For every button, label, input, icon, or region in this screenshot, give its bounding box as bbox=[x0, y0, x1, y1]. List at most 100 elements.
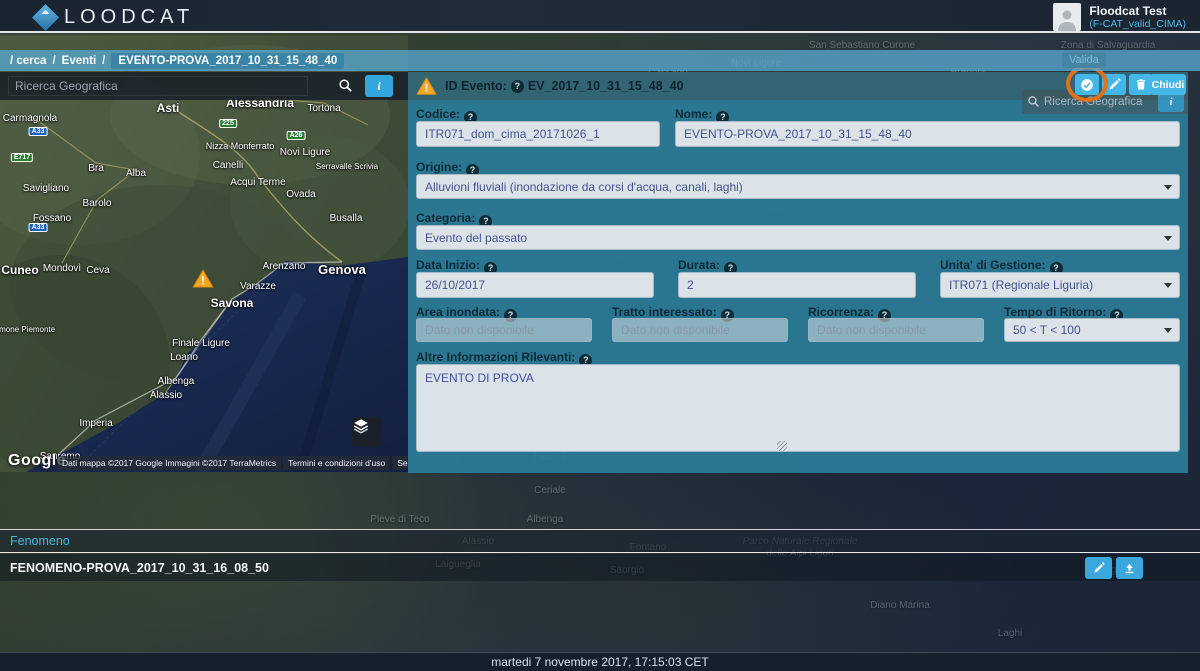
map-town-label: Albenga bbox=[158, 376, 195, 387]
floodcat-diamond-icon bbox=[32, 4, 59, 31]
upload-icon bbox=[1123, 562, 1136, 575]
fenomeno-title[interactable]: Fenomeno bbox=[10, 534, 70, 548]
breadcrumb-separator: / bbox=[102, 55, 105, 67]
origine-select[interactable]: Alluvioni fluviali (inondazione da corsi… bbox=[416, 174, 1180, 199]
tempo-ritorno-value: 50 < T < 100 bbox=[1013, 323, 1081, 337]
unita-gestione-label: Unita' di Gestione: bbox=[940, 258, 1046, 272]
pencil-icon bbox=[1093, 562, 1105, 574]
geographic-map[interactable]: CarmagnolaAstiAlessandriaTortonaSaviglia… bbox=[0, 35, 408, 472]
breadcrumb-cerca[interactable]: / cerca bbox=[10, 55, 46, 67]
road-shield-label: A26 bbox=[287, 131, 306, 140]
tratto-label: Tratto interessato: bbox=[612, 305, 717, 319]
map-town-label: Ceva bbox=[86, 265, 109, 276]
geo-search-placeholder: Ricerca Geografica bbox=[1044, 96, 1142, 108]
map-town-label: Savona bbox=[211, 296, 254, 310]
report-error-link[interactable]: Segnala un errore nella mappa bbox=[392, 456, 408, 470]
nome-label: Nome: bbox=[675, 107, 712, 121]
categoria-value: Evento del passato bbox=[425, 231, 527, 245]
tempo-ritorno-label: Tempo di Ritorno: bbox=[1004, 305, 1106, 319]
close-button[interactable]: Chiudi bbox=[1150, 74, 1186, 95]
person-icon bbox=[1055, 7, 1079, 31]
search-icon[interactable] bbox=[338, 78, 353, 93]
user-name: Floodcat Test bbox=[1089, 4, 1186, 18]
info-button[interactable]: i bbox=[1158, 92, 1184, 112]
fenomeno-upload-button[interactable] bbox=[1116, 557, 1143, 579]
map-town-label: Tortona bbox=[307, 103, 340, 114]
search-icon bbox=[1027, 95, 1040, 108]
codice-field[interactable] bbox=[416, 121, 660, 147]
altre-info-textarea[interactable]: EVENTO DI PROVA bbox=[416, 364, 1180, 452]
textarea-resize-grip[interactable] bbox=[777, 441, 787, 451]
background-map-label: Diano Marina bbox=[870, 600, 929, 611]
map-town-label: Alassio bbox=[150, 390, 182, 401]
info-button[interactable]: i bbox=[365, 75, 393, 97]
warning-icon: ! bbox=[416, 77, 437, 96]
map-town-label: Arenzano bbox=[263, 261, 306, 272]
validate-button[interactable] bbox=[1075, 74, 1099, 95]
unita-gestione-select[interactable]: ITR071 (Regionale Liguria) bbox=[940, 272, 1180, 298]
origine-label: Origine: bbox=[416, 160, 462, 174]
layers-icon bbox=[352, 417, 370, 435]
fenomeno-edit-button[interactable] bbox=[1085, 557, 1112, 579]
background-map-label: Laghi bbox=[998, 628, 1022, 639]
status-bar: martedi 7 novembre 2017, 17:15:03 CET bbox=[0, 652, 1200, 671]
map-layers-button[interactable] bbox=[352, 417, 382, 447]
user-role: (F-CAT_valid_CIMA) bbox=[1089, 18, 1186, 30]
background-map-label: Ceriale bbox=[534, 485, 566, 496]
map-town-label: Acqui Terme bbox=[230, 177, 285, 188]
map-town-label: Finale Ligure bbox=[172, 338, 230, 349]
svg-text:!: ! bbox=[425, 82, 429, 94]
data-inizio-field[interactable] bbox=[416, 272, 654, 298]
map-attribution: Dati mappa ©2017 Google Immagini ©2017 T… bbox=[57, 456, 402, 470]
event-form-panel: ! ID Evento: ? EV_2017_10_31_15_48_40 Co… bbox=[408, 72, 1188, 473]
area-inondata-field[interactable] bbox=[416, 318, 592, 342]
edit-button[interactable] bbox=[1102, 74, 1126, 95]
durata-label: Durata: bbox=[678, 258, 720, 272]
geo-search-bar: i bbox=[0, 72, 408, 100]
breadcrumb: / cerca / Eventi / EVENTO-PROVA_2017_10_… bbox=[0, 50, 1200, 71]
categoria-label: Categoria: bbox=[416, 211, 475, 225]
background-map-label: Albenga bbox=[527, 514, 564, 525]
app-logo-text: LOODCAT bbox=[64, 6, 194, 29]
event-id-label: ID Evento: bbox=[445, 79, 507, 93]
geo-search-input[interactable] bbox=[8, 76, 308, 96]
map-town-label: Carmagnola bbox=[3, 113, 57, 124]
map-town-label: Busalla bbox=[330, 213, 363, 224]
nome-field[interactable] bbox=[675, 121, 1180, 147]
fenomeno-section-header: Fenomeno bbox=[0, 529, 1200, 553]
unita-gestione-value: ITR071 (Regionale Liguria) bbox=[949, 278, 1093, 292]
breadcrumb-eventi[interactable]: Eventi bbox=[62, 55, 97, 67]
tratto-interessato-field[interactable] bbox=[612, 318, 788, 342]
ricorrenza-label: Ricorrenza: bbox=[808, 305, 874, 319]
user-menu[interactable]: Floodcat Test (F-CAT_valid_CIMA) bbox=[1053, 3, 1186, 31]
terms-link[interactable]: Termini e condizioni d'uso bbox=[283, 456, 390, 470]
categoria-select[interactable]: Evento del passato bbox=[416, 225, 1180, 250]
map-town-label: Asti bbox=[157, 101, 180, 115]
map-town-label: Varazze bbox=[240, 281, 276, 292]
check-circle-icon bbox=[1080, 78, 1094, 92]
map-town-label: Loano bbox=[170, 352, 198, 363]
fenomeno-row[interactable]: FENOMENO-PROVA_2017_10_31_16_08_50 bbox=[0, 554, 1200, 581]
help-icon[interactable]: ? bbox=[511, 80, 524, 93]
trash-icon bbox=[1135, 78, 1147, 91]
map-town-label: Canelli bbox=[213, 160, 244, 171]
background-map-label: Pieve di Teco bbox=[370, 514, 429, 525]
ricorrenza-field[interactable] bbox=[808, 318, 984, 342]
breadcrumb-current-event[interactable]: EVENTO-PROVA_2017_10_31_15_48_40 bbox=[111, 53, 344, 69]
tempo-ritorno-select[interactable]: 50 < T < 100 bbox=[1004, 318, 1180, 342]
svg-text:!: ! bbox=[201, 273, 205, 287]
map-town-label: Genova bbox=[318, 262, 366, 277]
app-logo[interactable]: LOODCAT bbox=[36, 5, 194, 29]
map-town-label: Savigliano bbox=[23, 183, 69, 194]
origine-value: Alluvioni fluviali (inondazione da corsi… bbox=[425, 180, 743, 194]
area-inondata-label: Area inondata: bbox=[416, 305, 500, 319]
data-inizio-label: Data Inizio: bbox=[416, 258, 480, 272]
durata-field[interactable] bbox=[678, 272, 916, 298]
avatar bbox=[1053, 3, 1081, 31]
map-town-label: Alba bbox=[126, 168, 146, 179]
attribution-text: Dati mappa ©2017 Google Immagini ©2017 T… bbox=[57, 456, 281, 470]
event-id-value: EV_2017_10_31_15_48_40 bbox=[528, 79, 684, 93]
app-header: LOODCAT Floodcat Test (F-CAT_valid_CIMA) bbox=[0, 0, 1200, 33]
road-shield-label: A33 bbox=[29, 223, 48, 232]
map-town-label: Serravalle Scrivia bbox=[316, 162, 378, 171]
